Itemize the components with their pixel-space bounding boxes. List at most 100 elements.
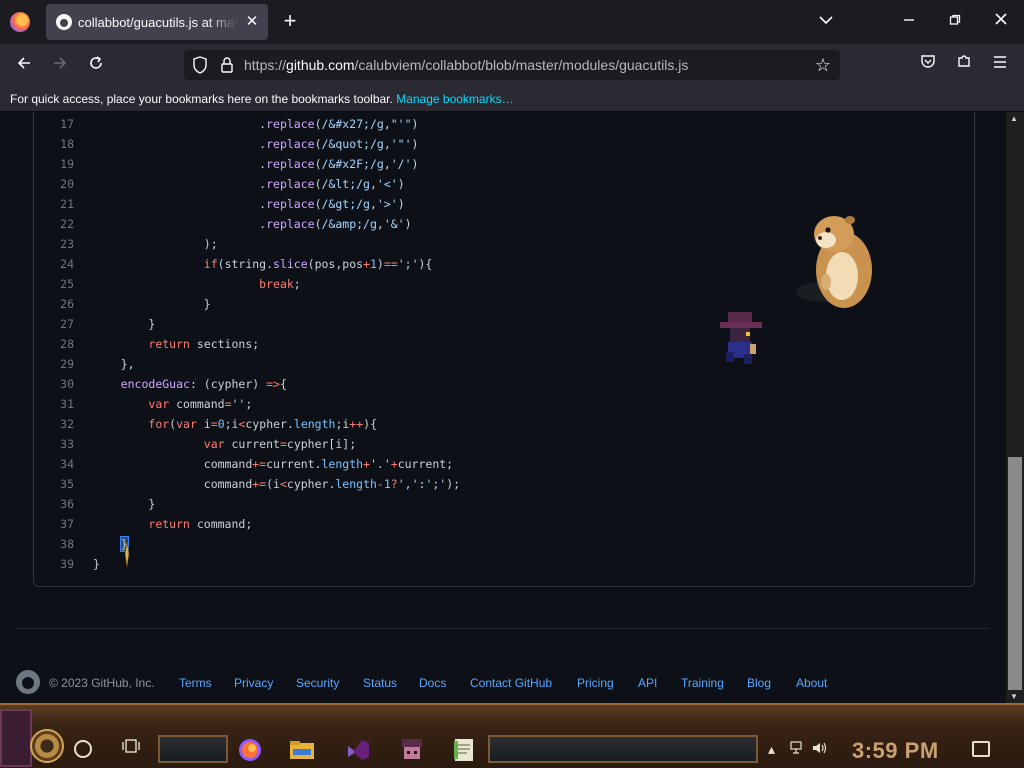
file-explorer-taskbar-icon[interactable] xyxy=(288,737,316,763)
line-number[interactable]: 26 xyxy=(34,294,74,314)
code-text: .replace(/&gt;/g,'>') xyxy=(93,197,405,211)
volume-icon[interactable] xyxy=(812,741,828,758)
taskbar-door-ornament xyxy=(0,709,32,767)
extensions-puzzle-icon[interactable] xyxy=(952,53,976,77)
address-bar[interactable]: https://github.com/calubviem/collabbot/b… xyxy=(184,50,840,80)
line-number[interactable]: 18 xyxy=(34,134,74,154)
code-text: .replace(/&#x2F;/g,'/') xyxy=(93,157,419,171)
code-line: 27 } xyxy=(34,314,974,334)
line-number[interactable]: 36 xyxy=(34,494,74,514)
bookmarks-toolbar: For quick access, place your bookmarks h… xyxy=(0,86,1024,112)
footer-link-contact[interactable]: Contact GitHub xyxy=(470,676,552,690)
code-line: 17 .replace(/&#x27;/g,"'") xyxy=(34,114,974,134)
scroll-down-arrow-icon[interactable]: ▼ xyxy=(1010,692,1018,701)
code-text: } xyxy=(93,497,156,511)
close-window-button[interactable] xyxy=(978,8,1024,36)
tab-guacutils[interactable]: collabbot/guacutils.js at master ✕ xyxy=(46,4,268,40)
page-scrollbar[interactable]: ▲ ▼ xyxy=(1006,112,1024,703)
firefox-logo-icon[interactable] xyxy=(10,12,30,32)
pocket-icon[interactable] xyxy=(916,53,940,77)
reload-button[interactable] xyxy=(82,52,110,78)
line-number[interactable]: 17 xyxy=(34,114,74,134)
bookmarks-hint-text: For quick access, place your bookmarks h… xyxy=(10,92,393,106)
line-number[interactable]: 28 xyxy=(34,334,74,354)
notepad-taskbar-icon[interactable] xyxy=(450,737,478,763)
github-favicon-icon xyxy=(56,14,72,30)
back-arrow-icon xyxy=(17,57,30,69)
taskbar-empty-slot xyxy=(158,735,228,763)
taskbar-clock[interactable]: 3:59 PM xyxy=(852,738,939,764)
line-number[interactable]: 25 xyxy=(34,274,74,294)
wizard-sprite-icon[interactable] xyxy=(720,312,762,370)
back-button[interactable] xyxy=(10,52,38,78)
code-text: .replace(/&amp;/g,'&') xyxy=(93,217,412,231)
line-number[interactable]: 35 xyxy=(34,474,74,494)
line-number[interactable]: 33 xyxy=(34,434,74,454)
search-circle-icon[interactable] xyxy=(74,740,92,758)
tab-bar: collabbot/guacutils.js at master ✕ + xyxy=(0,0,1024,44)
code-text: .replace(/&quot;/g,'"') xyxy=(93,137,419,151)
notifications-icon[interactable] xyxy=(972,741,990,757)
line-number[interactable]: 34 xyxy=(34,454,74,474)
line-number[interactable]: 29 xyxy=(34,354,74,374)
code-line: 20 .replace(/&lt;/g,'<') xyxy=(34,174,974,194)
footer-link-about[interactable]: About xyxy=(796,676,827,690)
scrollbar-thumb[interactable] xyxy=(1008,457,1022,690)
footer-link-blog[interactable]: Blog xyxy=(747,676,771,690)
line-number[interactable]: 23 xyxy=(34,234,74,254)
code-line: 19 .replace(/&#x2F;/g,'/') xyxy=(34,154,974,174)
line-number[interactable]: 22 xyxy=(34,214,74,234)
tab-list-chevron-icon[interactable] xyxy=(814,12,838,32)
footer-link-api[interactable]: API xyxy=(638,676,657,690)
bookmark-star-icon[interactable]: ☆ xyxy=(812,54,834,76)
footer-link-training[interactable]: Training xyxy=(681,676,724,690)
url-text[interactable]: https://github.com/calubviem/collabbot/b… xyxy=(244,57,688,73)
line-number[interactable]: 20 xyxy=(34,174,74,194)
restore-button[interactable] xyxy=(932,8,978,36)
tab-close-icon[interactable]: ✕ xyxy=(242,12,262,32)
code-text: ); xyxy=(93,237,218,251)
url-prefix: https:// xyxy=(244,57,287,73)
network-icon[interactable] xyxy=(790,741,806,758)
line-number[interactable]: 32 xyxy=(34,414,74,434)
visual-studio-taskbar-icon[interactable] xyxy=(344,737,372,763)
footer-link-status[interactable]: Status xyxy=(363,676,397,690)
tracking-protection-shield-icon[interactable] xyxy=(192,56,208,74)
line-number[interactable]: 37 xyxy=(34,514,74,534)
footer-link-privacy[interactable]: Privacy xyxy=(234,676,273,690)
hamster-desktop-pet-icon[interactable] xyxy=(796,210,880,314)
line-number[interactable]: 31 xyxy=(34,394,74,414)
footer-divider xyxy=(16,628,990,629)
task-view-icon[interactable] xyxy=(120,738,142,760)
line-number[interactable]: 24 xyxy=(34,254,74,274)
code-viewer: 16 sections.push(string.slice(len+1,pos)… xyxy=(33,112,975,587)
line-number[interactable]: 30 xyxy=(34,374,74,394)
github-logo-icon[interactable] xyxy=(16,670,40,694)
line-number[interactable]: 21 xyxy=(34,194,74,214)
footer-link-docs[interactable]: Docs xyxy=(419,676,446,690)
code-text: for(var i=0;i<cypher.length;i++){ xyxy=(148,417,378,431)
character-app-taskbar-icon[interactable] xyxy=(398,737,426,763)
forward-button[interactable] xyxy=(46,52,74,78)
line-number[interactable]: 38 xyxy=(34,534,74,554)
lock-icon[interactable] xyxy=(220,56,234,74)
code-line: 31 var command=''; xyxy=(34,394,974,414)
new-tab-button[interactable]: + xyxy=(278,10,302,34)
code-text: }, xyxy=(93,357,135,371)
footer-link-security[interactable]: Security xyxy=(296,676,339,690)
url-path: /calubviem/collabbot/blob/master/modules… xyxy=(354,57,689,73)
scroll-up-arrow-icon[interactable]: ▲ xyxy=(1010,114,1018,123)
tray-chevron-icon[interactable]: ▴ xyxy=(768,741,775,758)
firefox-taskbar-icon[interactable] xyxy=(236,737,264,763)
minimize-button[interactable] xyxy=(886,8,932,36)
line-number[interactable]: 27 xyxy=(34,314,74,334)
footer-link-pricing[interactable]: Pricing xyxy=(577,676,614,690)
taskbar-search-slot[interactable] xyxy=(488,735,758,763)
start-button-gear-icon[interactable] xyxy=(30,729,64,763)
manage-bookmarks-link[interactable]: Manage bookmarks… xyxy=(396,92,513,106)
line-number[interactable]: 39 xyxy=(34,554,74,574)
line-number[interactable]: 19 xyxy=(34,154,74,174)
footer-link-terms[interactable]: Terms xyxy=(179,676,212,690)
github-page: 16 sections.push(string.slice(len+1,pos)… xyxy=(0,112,1006,703)
menu-hamburger-icon[interactable] xyxy=(988,53,1012,77)
